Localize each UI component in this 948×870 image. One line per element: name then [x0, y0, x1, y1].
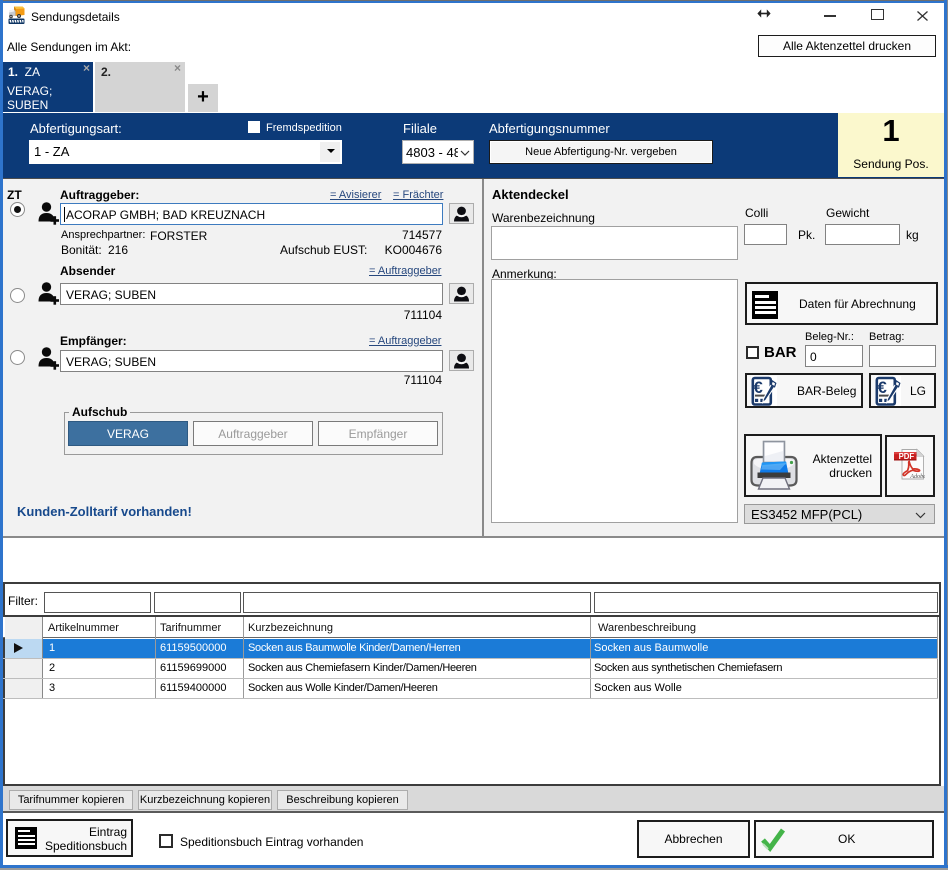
svg-text:€: €	[754, 379, 763, 397]
svg-text:€: €	[878, 379, 887, 397]
svg-text:PDF: PDF	[899, 452, 915, 461]
svg-text:Adobe: Adobe	[909, 473, 925, 480]
